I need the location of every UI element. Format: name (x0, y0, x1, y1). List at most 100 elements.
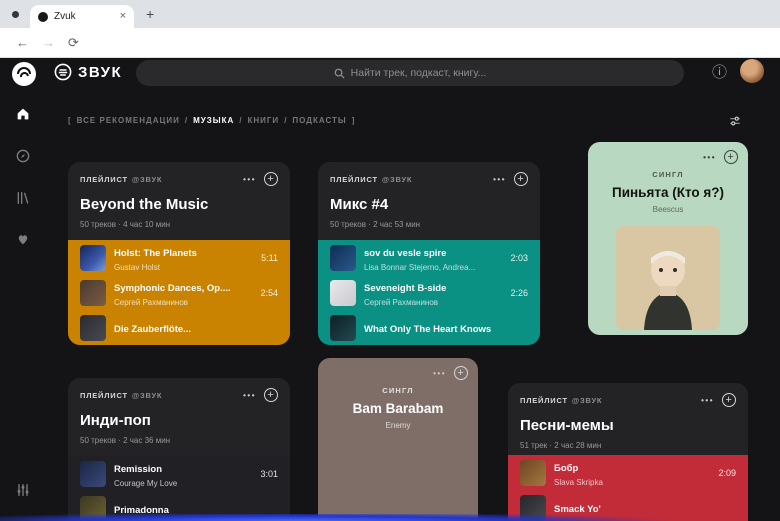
add-icon[interactable]: + (722, 393, 736, 407)
add-icon[interactable]: + (264, 172, 278, 186)
track-row[interactable]: Symphonic Dances, Op.... Сергей Рахманино… (68, 275, 290, 310)
card-kind-label: ПЛЕЙЛИСТ (80, 390, 128, 400)
track-duration: 2:09 (718, 467, 736, 478)
card-head: ПЛЕЙЛИСТ @ЗВУК ••• + Инди-поп 50 треков … (68, 378, 290, 456)
library-icon (17, 192, 29, 204)
back-button[interactable]: ← (16, 35, 29, 50)
track-title: What Only The Heart Knows (364, 323, 492, 335)
search-placeholder: Найти трек, подкаст, книгу... (350, 67, 487, 79)
tab-music[interactable]: МУЗЫКА (193, 116, 234, 125)
forward-button[interactable]: → (42, 35, 55, 50)
browser-tab[interactable]: Zvuk × (30, 5, 134, 28)
sliders-icon (730, 116, 740, 126)
track-row[interactable]: Seveneight B-side Сергей Рахманинов 2:26 (318, 275, 540, 310)
tab-all-recommendations[interactable]: ВСЕ РЕКОМЕНДАЦИИ (77, 116, 180, 125)
tab-podcasts[interactable]: ПОДКАСТЫ (292, 116, 346, 125)
track-duration: 3:01 (260, 468, 278, 479)
sidebar-item-explore[interactable] (15, 148, 31, 164)
card-kind-label: ПЛЕЙЛИСТ (520, 395, 568, 405)
single-card-bam-barabam[interactable]: ••• + СИНГЛ Bam Barabam Enemy (318, 358, 478, 521)
track-title: Symphonic Dances, Op.... (114, 283, 231, 294)
track-duration: 2:54 (260, 287, 278, 298)
track-title: Holst: The Planets (114, 248, 197, 259)
add-icon[interactable]: + (724, 150, 738, 164)
album-art (330, 279, 356, 306)
playlist-card-beyond-the-music[interactable]: ПЛЕЙЛИСТ @ЗВУК ••• + Beyond the Music 50… (68, 162, 290, 345)
playlist-card-indie-pop[interactable]: ПЛЕЙЛИСТ @ЗВУК ••• + Инди-поп 50 треков … (68, 378, 290, 521)
more-icon[interactable]: ••• (701, 396, 714, 405)
info-button[interactable]: ⓘ (712, 61, 727, 82)
card-title: Микс #4 (330, 196, 389, 213)
card-head: ПЛЕЙЛИСТ @ЗВУК ••• + Beyond the Music 50… (68, 162, 290, 240)
track-artist: Сергей Рахманинов (114, 298, 189, 307)
more-icon[interactable]: ••• (493, 175, 506, 184)
track-title: Seveneight B-side (364, 283, 447, 294)
card-owner-label: @ЗВУК (571, 395, 603, 405)
breadcrumb-separator: / (284, 116, 288, 125)
new-tab-button[interactable]: + (146, 6, 154, 22)
card-artist: Beescus (652, 205, 684, 214)
card-owner-label: @ЗВУК (131, 174, 163, 184)
add-icon[interactable]: + (514, 172, 528, 186)
zvuk-logo[interactable]: ЗВУК (54, 63, 122, 81)
card-kind-label: ПЛЕЙЛИСТ (80, 174, 128, 184)
playlist-card-mix-4[interactable]: ПЛЕЙЛИСТ @ЗВУК ••• + Микс #4 50 треков ·… (318, 162, 540, 345)
card-head: ••• + СИНГЛ Пиньята (Кто я?) Beescus (588, 142, 748, 214)
more-icon[interactable]: ••• (433, 369, 446, 378)
window-control[interactable] (12, 11, 19, 18)
tab-close-icon[interactable]: × (120, 11, 126, 22)
filter-button[interactable] (726, 112, 744, 130)
track-list: Holst: The Planets Gustav Holst 5:11 Symp… (68, 240, 290, 345)
sidebar-item-home[interactable] (15, 106, 31, 122)
track-row[interactable]: Remission Courage My Love 3:01 (68, 456, 290, 491)
more-icon[interactable]: ••• (243, 175, 256, 184)
album-art (80, 244, 106, 271)
breadcrumb-separator: / (184, 116, 189, 125)
card-title: Bam Barabam (352, 401, 444, 416)
track-title: Smack Yo' (554, 503, 601, 515)
card-artist: Enemy (385, 421, 411, 430)
track-row[interactable]: sov du vesle spire Lisa Bonnar Stejerno, … (318, 240, 540, 275)
track-list: sov du vesle spire Lisa Bonnar Stejerno, … (318, 240, 540, 345)
track-row[interactable]: Бобр Slava Skripka 2:09 (508, 455, 748, 490)
card-owner-label: @ЗВУК (131, 390, 163, 400)
tab-title: Zvuk (54, 11, 76, 22)
card-owner-label: @ЗВУК (381, 174, 413, 184)
playlist-card-pesni-memy[interactable]: ПЛЕЙЛИСТ @ЗВУК ••• + Песни-мемы 51 трек … (508, 383, 748, 521)
search-input[interactable]: Найти трек, подкаст, книгу... (136, 60, 684, 86)
sidebar-item-library[interactable] (15, 190, 31, 206)
tab-favicon-icon (38, 11, 48, 22)
sidebar-item-favorites[interactable] (15, 231, 31, 247)
add-icon[interactable]: + (454, 366, 468, 380)
compass-icon (16, 149, 30, 163)
more-icon[interactable]: ••• (243, 391, 256, 400)
card-kind-label: СИНГЛ (382, 386, 414, 395)
more-icon[interactable]: ••• (703, 153, 716, 162)
card-meta: 51 трек · 2 час 28 мин (520, 441, 602, 450)
single-cover-art (616, 226, 720, 330)
tab-books[interactable]: КНИГИ (247, 116, 279, 125)
breadcrumb-separator: / (239, 116, 243, 125)
card-meta: 50 треков · 2 час 36 мин (80, 436, 171, 445)
sidebar-item-equalizer[interactable] (15, 482, 31, 498)
card-head: ПЛЕЙЛИСТ @ЗВУК ••• + Песни-мемы 51 трек … (508, 383, 748, 455)
track-row[interactable]: What Only The Heart Knows (318, 310, 540, 345)
track-row[interactable]: Holst: The Planets Gustav Holst 5:11 (68, 240, 290, 275)
single-card-pinyata[interactable]: ••• + СИНГЛ Пиньята (Кто я?) Beescus (588, 142, 748, 335)
breadcrumb-bracket: ] (351, 116, 356, 125)
track-title: Die Zauberflöte... (114, 323, 192, 335)
album-art (80, 314, 106, 341)
brand-mark-icon[interactable] (12, 62, 36, 86)
card-title: Пиньята (Кто я?) (612, 185, 724, 200)
card-kind-label: СИНГЛ (652, 170, 684, 179)
track-row[interactable]: Die Zauberflöte... (68, 310, 290, 345)
track-artist: Gustav Holst (114, 263, 160, 272)
user-avatar[interactable] (740, 59, 764, 83)
reload-button[interactable]: ⟳ (68, 35, 79, 51)
browser-toolbar: ← → ⟳ zvuk.com ☆ (0, 28, 780, 82)
home-icon (17, 108, 29, 120)
track-artist: Slava Skripka (554, 478, 603, 487)
card-kind-label: ПЛЕЙЛИСТ (330, 174, 378, 184)
track-artist: Сергей Рахманинов (364, 298, 439, 307)
add-icon[interactable]: + (264, 388, 278, 402)
